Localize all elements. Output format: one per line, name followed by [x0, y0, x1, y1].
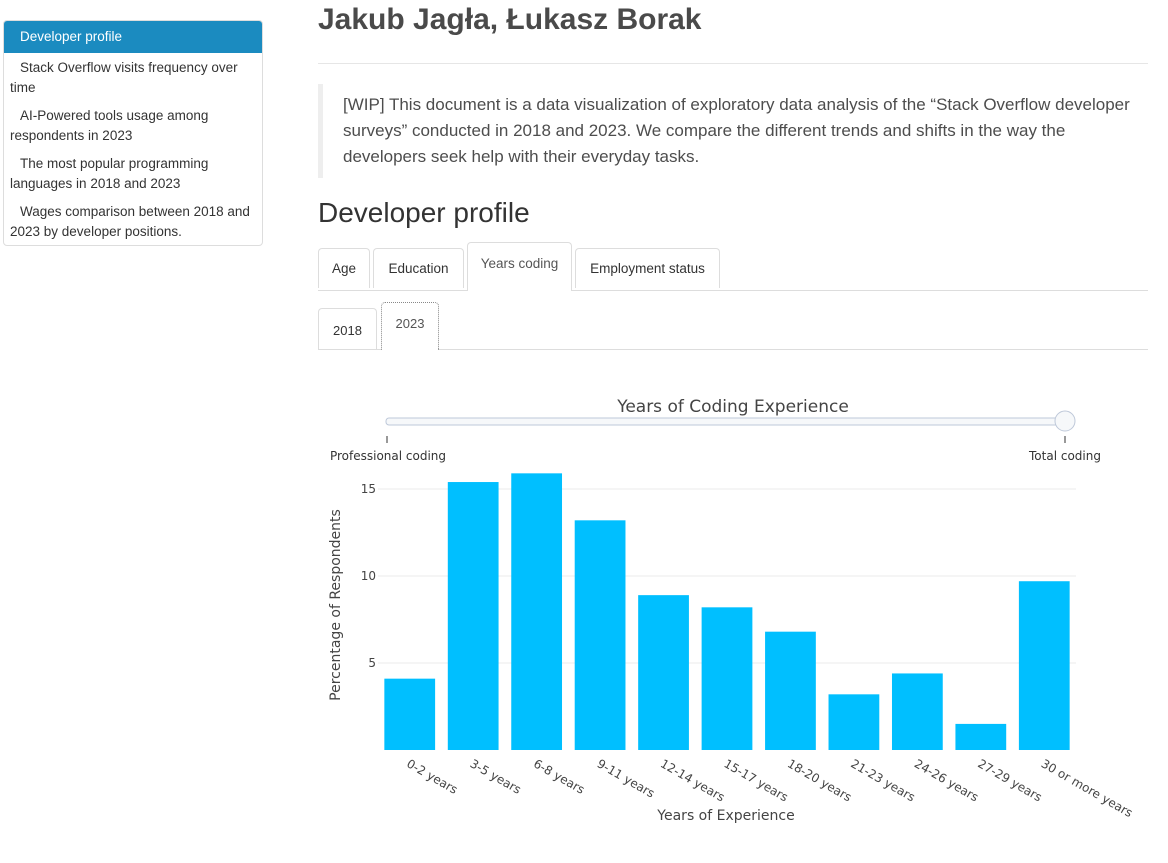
year-tabs: 2018 2023: [318, 302, 1148, 350]
x-tick-label: 9-11 years: [595, 756, 657, 800]
bar[interactable]: [765, 631, 816, 750]
bar[interactable]: [891, 673, 943, 750]
bar[interactable]: [701, 607, 753, 750]
slider-label-total: Total coding: [1028, 449, 1101, 463]
bar[interactable]: [955, 723, 1007, 750]
tab-years-coding[interactable]: Years coding: [467, 242, 572, 291]
y-axis-label: Percentage of Respondents: [328, 509, 344, 701]
x-axis-label: Years of Experience: [656, 808, 794, 824]
experience-slider[interactable]: [385, 410, 1076, 443]
toc-item-wages-comparison[interactable]: Wages comparison between 2018 and 2023 b…: [4, 197, 262, 245]
x-tick-label: 6-8 years: [531, 756, 587, 796]
x-tick-label: 30 or more years: [1039, 756, 1135, 820]
toc-item-programming-languages[interactable]: The most popular programming languages i…: [4, 149, 262, 197]
table-of-contents: Developer profile Stack Overflow visits …: [3, 20, 263, 246]
x-tick-label: 0-2 years: [404, 756, 460, 796]
toc-item-ai-tools[interactable]: AI-Powered tools usage among respondents…: [4, 101, 262, 149]
tab-education[interactable]: Education: [373, 248, 464, 288]
y-tick-label: 5: [368, 656, 376, 670]
tab-year-2018[interactable]: 2018: [318, 308, 377, 349]
bar[interactable]: [828, 694, 880, 750]
x-tick-label: 3-5 years: [468, 756, 524, 796]
bar[interactable]: [638, 595, 689, 750]
bar[interactable]: [511, 473, 563, 750]
tab-employment-status[interactable]: Employment status: [575, 248, 720, 288]
intro-blockquote: [WIP] This document is a data visualizat…: [318, 84, 1151, 178]
tab-year-2023[interactable]: 2023: [381, 302, 439, 350]
x-tick-label: 12-14 years: [658, 756, 727, 804]
x-axis-ticks: 0-2 years 3-5 years 6-8 years 9-11 years 12-…: [404, 756, 1135, 820]
slider-label-professional: Professional coding: [330, 449, 446, 463]
y-axis-ticks: 5 10 15: [361, 482, 376, 670]
y-tick-label: 10: [361, 569, 376, 583]
bar[interactable]: [447, 482, 499, 750]
x-tick-label: 15-17 years: [722, 756, 791, 804]
x-tick-label: 27-29 years: [975, 756, 1044, 804]
chart-bars: [384, 473, 1070, 750]
slider-rail[interactable]: [385, 417, 1067, 426]
divider: [318, 63, 1148, 64]
authors-heading: Jakub Jagła, Łukasz Borak: [318, 3, 702, 36]
bar[interactable]: [574, 520, 626, 750]
tab-age[interactable]: Age: [318, 248, 370, 288]
bar[interactable]: [384, 678, 436, 750]
y-tick-label: 15: [361, 482, 376, 496]
x-tick-label: 21-23 years: [848, 756, 917, 804]
category-tabs: Age Education Years coding Employment st…: [318, 242, 1148, 291]
x-tick-label: 24-26 years: [912, 756, 981, 804]
bar[interactable]: [1018, 581, 1070, 750]
slider-title: Years of Coding Experience: [616, 397, 849, 417]
x-tick-label: 18-20 years: [785, 756, 854, 804]
toc-item-developer-profile[interactable]: Developer profile: [4, 21, 262, 53]
slider-handle[interactable]: [1054, 410, 1076, 432]
toc-item-visits-frequency[interactable]: Stack Overflow visits frequency over tim…: [4, 53, 262, 101]
section-title: Developer profile: [318, 197, 530, 228]
